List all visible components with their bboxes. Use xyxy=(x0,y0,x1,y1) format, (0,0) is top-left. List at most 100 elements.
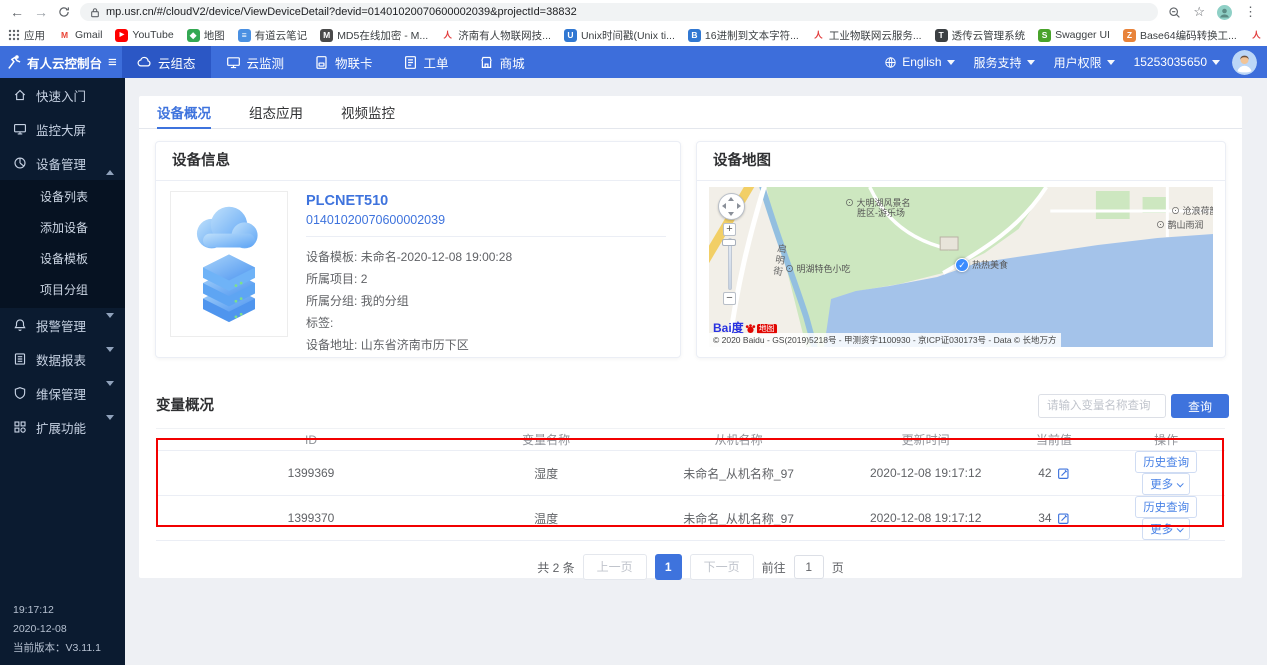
browser-reload-icon[interactable] xyxy=(58,6,70,18)
sidebar-item-4[interactable]: 报警管理 xyxy=(0,308,125,342)
shield-icon xyxy=(13,386,27,400)
current-page-button[interactable]: 1 xyxy=(655,554,682,580)
nav-item-5[interactable]: 商城 xyxy=(464,46,540,78)
variable-search-input[interactable] xyxy=(1038,394,1166,418)
browser-actions: ☆ ⋮ xyxy=(1168,4,1257,20)
panels: 设备信息 xyxy=(139,129,1242,370)
goto-page-input[interactable] xyxy=(794,555,824,579)
bookmark-item[interactable]: T透传云管理系统 xyxy=(935,28,1026,43)
topbar-menu-4[interactable]: 15253035650 xyxy=(1134,55,1220,69)
bookmark-item[interactable]: ▶YouTube xyxy=(115,29,173,42)
chevron-down-icon xyxy=(106,318,114,332)
cell-updated-text: 2020-12-08 19:17:12 xyxy=(870,511,981,525)
user-avatar[interactable] xyxy=(1232,50,1257,75)
pan-up-icon[interactable] xyxy=(728,197,734,201)
nav-item-label: 物联卡 xyxy=(335,53,373,72)
device-id-link[interactable]: 01401020070600002039 xyxy=(306,213,666,227)
baidu-map[interactable]: ⊙ 大明湖风景名 胜区-游乐场 ⊙ 明湖特色小吃 ⊙ 沧浪荷韵 ⊙ 鹊山雨润 启… xyxy=(709,187,1213,347)
poi-icon: ⊙ xyxy=(845,198,854,208)
more-button[interactable]: 更多 xyxy=(1142,473,1190,495)
address-bar[interactable]: mp.usr.cn/#/cloudV2/device/ViewDeviceDet… xyxy=(80,3,1158,21)
more-button[interactable]: 更多 xyxy=(1142,518,1190,540)
bookmark-item[interactable]: 人工业物联网云服务... xyxy=(812,28,922,43)
chevron-down-icon xyxy=(106,386,114,400)
map-building xyxy=(940,237,958,250)
cell-id: 1399369 xyxy=(156,451,466,496)
query-button[interactable]: 查询 xyxy=(1171,394,1229,418)
device-field-label: 设备模板 xyxy=(306,250,354,264)
marker-check-icon[interactable]: ✓ xyxy=(955,258,969,272)
brand[interactable]: 有人云控制台 ≡ xyxy=(0,53,122,72)
pan-right-icon[interactable] xyxy=(737,203,741,209)
browser-menu-icon[interactable]: ⋮ xyxy=(1244,4,1257,20)
prev-page-button[interactable]: 上一页 xyxy=(583,554,647,580)
cell-actions: 历史查询更多 xyxy=(1107,451,1225,496)
history-query-button[interactable]: 历史查询 xyxy=(1135,496,1197,518)
zoom-out-icon[interactable] xyxy=(1168,6,1181,19)
topbar-menu-3[interactable]: 用户权限 xyxy=(1054,54,1115,71)
variables-table: ID变量名称从机名称更新时间当前值操作 1399369湿度未命名_从机名称_97… xyxy=(156,428,1225,541)
sidebar-item-5[interactable]: 数据报表 xyxy=(0,342,125,376)
sidebar-item-7[interactable]: 扩展功能 xyxy=(0,410,125,444)
device-field-value: 2 xyxy=(361,272,368,286)
url-text: mp.usr.cn/#/cloudV2/device/ViewDeviceDet… xyxy=(106,6,577,18)
map-zoom-out-button[interactable]: − xyxy=(723,292,736,305)
bookmark-item[interactable]: ZBase64编码转换工... xyxy=(1123,28,1237,43)
bookmark-item[interactable]: UUnix时间戳(Unix ti... xyxy=(564,28,675,43)
device-icon xyxy=(13,156,27,170)
bookmark-item[interactable]: 人济南有人物联网技... xyxy=(441,28,551,43)
nav-item-3[interactable]: 物联卡 xyxy=(299,46,388,78)
pan-down-icon[interactable] xyxy=(728,212,734,216)
tab-1[interactable]: 设备概况 xyxy=(157,96,211,128)
bookmark-item[interactable]: B16进制到文本字符... xyxy=(688,28,799,43)
bookmark-item[interactable]: 人MES | 有人物联网 xyxy=(1250,28,1267,43)
edit-value-icon[interactable] xyxy=(1057,512,1070,525)
bookmark-item[interactable]: ≡有道云笔记 xyxy=(238,28,308,43)
device-field-label: 所属分组 xyxy=(306,294,354,308)
topbar-menu-2[interactable]: 服务支持 xyxy=(974,54,1035,71)
tab-3[interactable]: 视频监控 xyxy=(341,96,395,128)
sidebar-item-2[interactable]: 监控大屏 xyxy=(0,112,125,146)
bookmark-item[interactable]: 应用 xyxy=(8,28,45,43)
bookmark-item[interactable]: ◆地图 xyxy=(187,28,225,43)
table-row: 1399370温度未命名_从机名称_972020-12-08 19:17:123… xyxy=(156,496,1225,541)
chevron-down-icon xyxy=(1107,60,1115,65)
browser-forward-icon[interactable]: → xyxy=(34,5,48,19)
sidebar-subitem-4[interactable]: 项目分组 xyxy=(0,275,125,306)
sidebar-subitem-3[interactable]: 设备模板 xyxy=(0,244,125,275)
bookmark-item[interactable]: SSwagger UI xyxy=(1038,29,1110,42)
edit-value-icon[interactable] xyxy=(1057,467,1070,480)
cell-name-text: 温度 xyxy=(534,512,558,526)
nav-item-label: 商城 xyxy=(500,53,525,72)
bookmark-item[interactable]: MMD5在线加密 - M... xyxy=(320,28,428,43)
device-map-marker[interactable]: ✓ 热热美食 xyxy=(955,258,1008,272)
collapse-menu-icon[interactable]: ≡ xyxy=(108,54,117,71)
bookmark-label: 地图 xyxy=(204,28,225,43)
bookmark-star-icon[interactable]: ☆ xyxy=(1193,4,1205,20)
current-value: 42 xyxy=(1038,466,1051,480)
app-topbar: 有人云控制台 ≡ 云组态云监测 物联卡工单 商城 English 服务支持 用户权限 15… xyxy=(0,46,1267,78)
poi-icon: ⊙ xyxy=(1171,206,1180,216)
history-query-button[interactable]: 历史查询 xyxy=(1135,451,1197,473)
topbar-menu-1[interactable]: English xyxy=(884,55,954,69)
next-page-button[interactable]: 下一页 xyxy=(690,554,754,580)
pan-left-icon[interactable] xyxy=(722,203,726,209)
sidebar-item-6[interactable]: 维保管理 xyxy=(0,376,125,410)
map-pan-control[interactable] xyxy=(718,193,745,220)
browser-back-icon[interactable]: ← xyxy=(10,5,24,19)
map-zoom-handle[interactable] xyxy=(722,239,736,246)
chevron-down-icon xyxy=(106,352,114,366)
sidebar-subitem-2[interactable]: 添加设备 xyxy=(0,213,125,244)
nav-item-2[interactable]: 云监测 xyxy=(211,46,300,78)
tab-2[interactable]: 组态应用 xyxy=(249,96,303,128)
nav-item-4[interactable]: 工单 xyxy=(388,46,464,78)
sidebar-item-3[interactable]: 设备管理 xyxy=(0,146,125,180)
map-zoom-in-button[interactable]: + xyxy=(723,223,736,236)
browser-profile-avatar[interactable] xyxy=(1217,5,1232,20)
device-name-link[interactable]: PLCNET510 xyxy=(306,193,666,209)
nav-item-1[interactable]: 云组态 xyxy=(122,46,211,78)
store-icon xyxy=(479,55,494,70)
sidebar-subitem-1[interactable]: 设备列表 xyxy=(0,182,125,213)
bookmark-item[interactable]: MGmail xyxy=(58,29,102,42)
sidebar-item-1[interactable]: 快速入门 xyxy=(0,78,125,112)
